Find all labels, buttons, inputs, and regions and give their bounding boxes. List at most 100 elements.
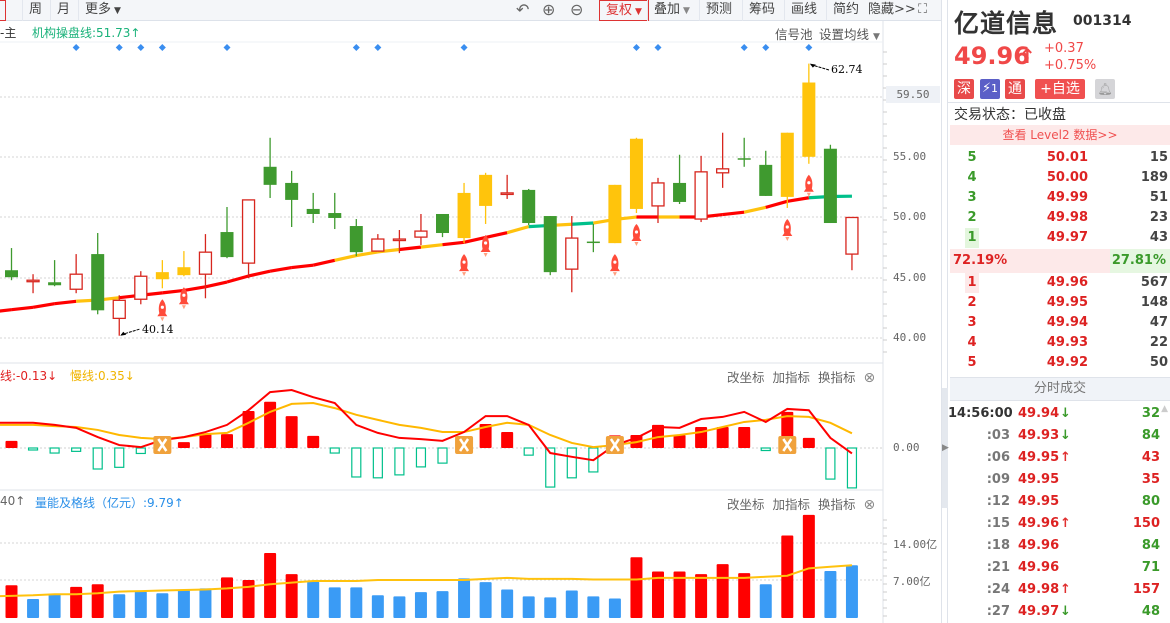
candle-body [802, 82, 816, 157]
rocket-icon [459, 254, 470, 277]
macd-bar [394, 447, 405, 476]
volume-bar [544, 597, 557, 618]
arrow-down-icon: ↓ [1060, 604, 1071, 619]
volume-bar [565, 590, 578, 618]
bid-price: 49.95 [1046, 295, 1088, 310]
candle-body [69, 273, 83, 290]
rocket-icon [803, 174, 814, 197]
macd-bar [760, 447, 771, 452]
trade-volume: 71 [1141, 560, 1160, 575]
candle-body [349, 226, 363, 253]
macd-fast-label: 线:-0.13↓ [0, 369, 58, 383]
ma-settings-button[interactable]: 设置均线 ▼ [819, 24, 880, 43]
rocket-icon [157, 299, 168, 322]
bid-price: 49.94 [1046, 315, 1088, 330]
volume-bar [350, 587, 363, 618]
switch-indicator-button[interactable]: 换指标 [818, 497, 856, 512]
ask-row: 2 49.98 23 [948, 208, 1170, 228]
macd-bar [264, 401, 277, 448]
macd-bar [27, 447, 39, 451]
signal-diamond-icon [72, 44, 80, 51]
ask-level: 4 [967, 170, 977, 185]
trade-row: :12 49.95 80 [948, 491, 1170, 513]
trade-time: :15 [986, 516, 1010, 531]
buy-ratio: 72.19% [953, 253, 1008, 268]
trade-time: :06 [986, 450, 1010, 465]
ask-level: 2 [967, 210, 977, 225]
kline-chart[interactable] [0, 0, 941, 623]
institution-line-segment [334, 253, 357, 262]
trade-row: :24 49.98 ↑ 157 [948, 579, 1170, 601]
close-icon[interactable]: ⊗ [864, 370, 876, 386]
trade-price: 49.95 [1018, 472, 1060, 487]
add-watchlist-button[interactable]: +自选 [1035, 79, 1085, 99]
volume-bar [91, 584, 104, 618]
bid-row: 1 49.96 567 [948, 273, 1170, 293]
volume-bar [479, 582, 492, 618]
signal-diamond-icon [352, 44, 360, 51]
candle-body [306, 208, 320, 214]
add-indicator-button[interactable]: 加指标 [773, 370, 811, 385]
bid-volume: 148 [1140, 295, 1168, 310]
trade-volume: 84 [1141, 428, 1160, 443]
candle-body [392, 238, 407, 242]
trade-row: :03 49.93 ↓ 84 [948, 425, 1170, 447]
bid-row: 5 49.92 50 [948, 353, 1170, 373]
candle-body [91, 254, 105, 311]
quote-panel: 亿道信息 001314 49.96 ↑ +0.37 +0.75% 深 ⚡ 1 通 … [948, 0, 1170, 623]
institution-line-segment [722, 210, 745, 217]
volume-pass-line-label: 量能及格线（亿元）:9.79↑ [35, 496, 184, 510]
arrow-up-icon: ↑ [1060, 582, 1071, 597]
panel-splitter[interactable] [941, 0, 948, 623]
close-icon[interactable]: ⊗ [864, 497, 876, 513]
signal-diamond-icon [374, 44, 382, 51]
volume-bar [328, 587, 341, 618]
volume-bar [802, 514, 815, 618]
candle-body [716, 168, 730, 174]
institution-line-segment [356, 250, 379, 258]
bid-volume: 47 [1149, 315, 1168, 330]
institution-line-segment [205, 280, 228, 289]
price-change-pct: +0.75% [1044, 58, 1097, 73]
level2-link[interactable]: 查看 Level2 数据>> [950, 125, 1170, 145]
macd-bar [49, 447, 60, 454]
axis-label: 45.00 [893, 271, 927, 284]
change-axis-button[interactable]: 改坐标 [727, 497, 765, 512]
volume-bar [27, 599, 40, 618]
bid-level: 1 [965, 273, 979, 293]
price-up-icon: ↑ [1019, 44, 1036, 68]
candle-body [155, 272, 169, 280]
volume-bar [587, 596, 600, 618]
sell-ratio: 27.81% [1111, 253, 1166, 268]
bid-row: 4 49.93 22 [948, 333, 1170, 353]
candle-body [436, 213, 449, 234]
signal-pool-button[interactable]: 信号池 [775, 24, 813, 43]
ask-volume: 51 [1149, 190, 1168, 205]
ask-row: 3 49.99 51 [948, 188, 1170, 208]
arrow-up-icon: ↑ [1060, 516, 1071, 531]
candle-body [263, 166, 277, 185]
volume-bar [738, 573, 751, 618]
stock-name: 亿道信息 [954, 9, 1059, 38]
macd-bar [199, 434, 212, 448]
institution-line-segment [399, 245, 422, 252]
trade-row: 14:56:00 49.94 ↓ 32 [948, 403, 1170, 425]
bid-level: 4 [967, 335, 977, 350]
trade-row: :15 49.96 ↑ 150 [948, 513, 1170, 535]
trade-price: 49.96 [1018, 516, 1060, 531]
volume-bar [199, 588, 212, 618]
switch-indicator-button[interactable]: 换指标 [818, 370, 856, 385]
trade-price: 49.96 [1018, 538, 1060, 553]
institution-line-segment [0, 308, 12, 313]
change-axis-button[interactable]: 改坐标 [727, 370, 765, 385]
trade-row: :21 49.96 71 [948, 557, 1170, 579]
arrow-up-icon: ↑ [1060, 450, 1071, 465]
candle-body [845, 216, 859, 255]
bid-volume: 50 [1149, 355, 1168, 370]
alert-bell-icon[interactable]: 🔔︎ [1095, 79, 1115, 99]
trade-price: 49.97 [1018, 604, 1060, 619]
add-indicator-button[interactable]: 加指标 [773, 497, 811, 512]
main-panel-label: -主 [0, 26, 17, 40]
candle-body [328, 213, 342, 218]
signal-diamond-icon [115, 44, 123, 51]
